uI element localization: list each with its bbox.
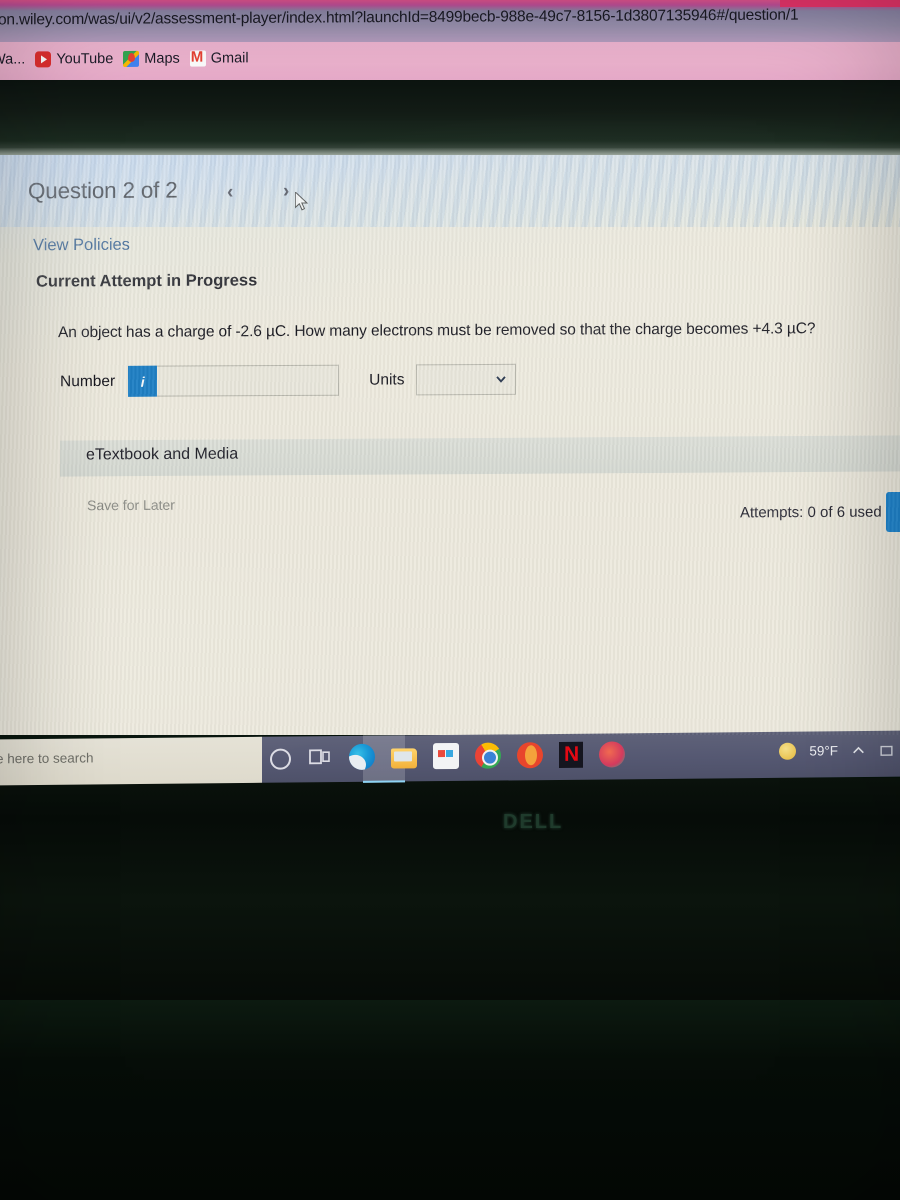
answer-input-row: Number i Units (60, 363, 517, 397)
bookmark-label: Maps (144, 50, 180, 67)
bookmark-item-wa[interactable]: Wa... (0, 51, 25, 67)
bookmark-label: Wa... (0, 51, 26, 68)
next-question-button[interactable]: › (283, 181, 289, 203)
search-input[interactable]: e here to search (0, 750, 94, 766)
cortana-icon[interactable] (270, 748, 291, 770)
url-text[interactable]: on.wiley.com/was/ui/v2/assessment-player… (0, 7, 798, 30)
bookmark-label: Gmail (210, 50, 249, 67)
laptop-photo-screenshot: on.wiley.com/was/ui/v2/assessment-player… (0, 0, 900, 1200)
chrome-icon[interactable] (475, 742, 501, 769)
dell-logo-text: DELL (503, 811, 564, 833)
browser-url-bar[interactable]: on.wiley.com/was/ui/v2/assessment-player… (0, 0, 900, 42)
bookmarks-bar[interactable]: Wa... YouTube Maps Gmail (0, 42, 900, 80)
youtube-icon (35, 51, 52, 68)
units-select[interactable] (416, 363, 517, 396)
laptop-keyboard: F3◂❙F4ᑊᑊF5▸❙❙F6ᑕᑕF7F8❐F9⚲F10F11✲F12☀PrtS… (0, 1000, 900, 1200)
prev-question-button[interactable]: ‹ (227, 182, 233, 204)
task-view-icon[interactable] (307, 744, 333, 770)
dell-logo: DELL (503, 811, 563, 834)
number-input[interactable] (157, 364, 340, 397)
attempts-used-text: Attempts: 0 of 6 used (740, 503, 882, 522)
edge-icon[interactable] (349, 743, 375, 770)
chevron-up-icon[interactable] (851, 743, 866, 758)
number-label: Number (60, 372, 116, 390)
microsoft-store-icon[interactable] (433, 742, 459, 770)
units-label: Units (369, 370, 405, 389)
bookmark-label: YouTube (56, 51, 114, 68)
google-maps-icon (123, 50, 140, 67)
view-policies-link[interactable]: View Policies (33, 236, 130, 256)
onedrive-icon[interactable] (879, 743, 894, 758)
gmail-icon (189, 50, 206, 67)
submit-answer-button[interactable] (886, 492, 900, 532)
taskbar-search-box[interactable]: e here to search (0, 736, 262, 786)
mouse-cursor (295, 192, 309, 211)
taskbar-main: 59°F (262, 730, 900, 783)
opera-icon[interactable] (517, 742, 543, 769)
file-explorer-icon[interactable] (391, 747, 417, 769)
bookmark-item-gmail[interactable]: Gmail (189, 50, 249, 67)
netflix-icon[interactable] (559, 741, 583, 768)
current-attempt-heading: Current Attempt in Progress (36, 271, 258, 291)
windows-taskbar: e here to search N 59°F (0, 730, 900, 786)
active-app-icon[interactable] (599, 741, 625, 768)
weather-sun-icon[interactable] (779, 742, 797, 760)
bookmark-item-youtube[interactable]: YouTube (35, 51, 114, 68)
chevron-down-icon (496, 376, 507, 383)
weather-temperature[interactable]: 59°F (809, 743, 838, 758)
laptop-bezel (0, 778, 900, 1000)
screen-bezel-band (0, 80, 900, 158)
system-tray: 59°F (779, 742, 894, 760)
etextbook-label[interactable]: eTextbook and Media (86, 446, 238, 465)
bookmark-item-maps[interactable]: Maps (123, 50, 180, 67)
info-icon[interactable]: i (128, 365, 158, 397)
page-title: Question 2 of 2 (28, 177, 178, 204)
save-for-later-button[interactable]: Save for Later (76, 492, 186, 519)
